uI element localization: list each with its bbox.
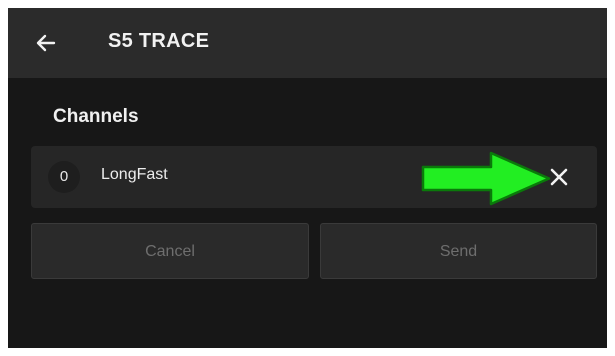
arrow-right-icon <box>421 151 551 206</box>
cancel-button[interactable]: Cancel <box>31 223 309 279</box>
send-button[interactable]: Send <box>320 223 597 279</box>
channel-name: LongFast <box>101 166 168 183</box>
close-icon[interactable] <box>548 166 570 188</box>
trace-screen: S5 TRACE Channels 0 LongFast Cancel Send <box>8 8 607 348</box>
section-title: Channels <box>53 106 139 127</box>
arrow-left-icon[interactable] <box>34 31 58 55</box>
page-title: S5 TRACE <box>108 30 210 52</box>
channel-index-badge: 0 <box>48 161 80 193</box>
channel-row[interactable]: 0 LongFast <box>31 146 597 208</box>
app-bar: S5 TRACE <box>8 8 607 78</box>
